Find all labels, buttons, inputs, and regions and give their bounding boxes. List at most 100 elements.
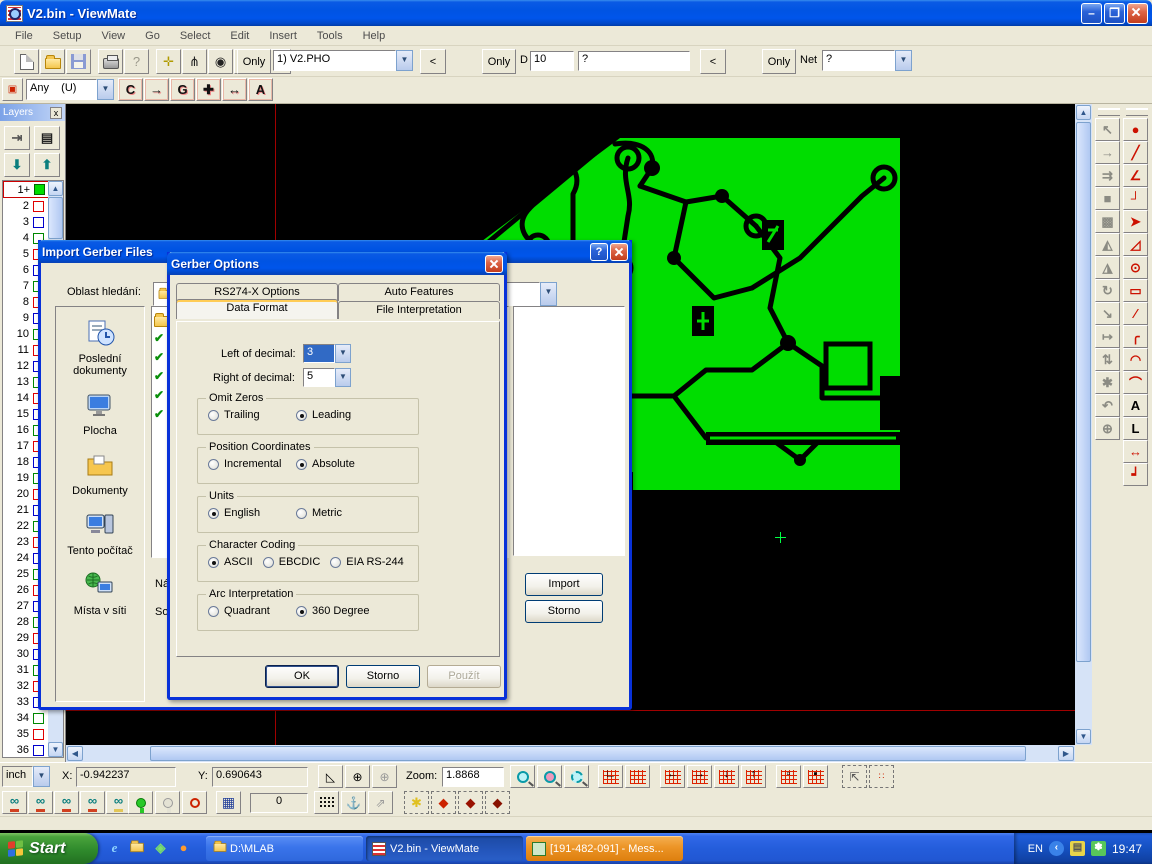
- highlight-off-button[interactable]: [155, 791, 180, 814]
- menu-view[interactable]: View: [92, 28, 134, 44]
- zoom-grid-button[interactable]: [537, 765, 562, 788]
- only-layer-button[interactable]: Only: [237, 49, 271, 74]
- unit-combo[interactable]: inch ▼: [2, 766, 50, 787]
- scroll-right-icon[interactable]: ▶: [1058, 746, 1074, 761]
- toolbar-button-circle-aperture[interactable]: C: [118, 78, 143, 101]
- radio-ebcdic[interactable]: EBCDIC: [263, 556, 321, 568]
- highlight-on-button[interactable]: [128, 791, 153, 814]
- tool-fill-square[interactable]: ■: [1095, 187, 1120, 210]
- layer-combo[interactable]: 1) V2.PHO ▼: [273, 50, 413, 71]
- radio-button[interactable]: [208, 606, 219, 617]
- radio-button[interactable]: [296, 459, 307, 470]
- button-grid-origin[interactable]: ∟: [598, 765, 623, 788]
- tool-slash-tool[interactable]: ∕: [1123, 302, 1148, 325]
- aperture-table-button[interactable]: ▦: [216, 791, 241, 814]
- chevron-down-icon[interactable]: ▼: [335, 368, 351, 387]
- language-indicator[interactable]: EN: [1028, 843, 1043, 855]
- toolbar-button-text-a[interactable]: A: [248, 78, 273, 101]
- radio-button[interactable]: [208, 557, 219, 568]
- tool-polyline-tool[interactable]: ∠: [1123, 164, 1148, 187]
- relative-origin-button[interactable]: ⊕: [372, 765, 397, 788]
- radio-button[interactable]: [208, 508, 219, 519]
- tool-settings-gear[interactable]: ✱: [1095, 371, 1120, 394]
- dialog-close-button[interactable]: [610, 243, 628, 261]
- right-of-decimal-combo[interactable]: 5 ▼: [303, 368, 351, 387]
- prev-layer-button[interactable]: <: [420, 49, 446, 74]
- radio-button[interactable]: [208, 410, 219, 421]
- radio-eia-rs-244[interactable]: EIA RS-244: [330, 556, 403, 568]
- radio-360-degree[interactable]: 360 Degree: [296, 605, 384, 617]
- radio-trailing[interactable]: Trailing: [208, 409, 296, 421]
- tool-rotate[interactable]: ↻: [1095, 279, 1120, 302]
- button-pan-left[interactable]: ←: [660, 765, 685, 788]
- open-file-button[interactable]: [40, 49, 65, 74]
- snap-grid-button[interactable]: [314, 791, 339, 814]
- probe-button[interactable]: [182, 791, 207, 814]
- radio-english[interactable]: English: [208, 507, 296, 519]
- place-poslední-dokumenty[interactable]: Poslední dokumenty: [56, 319, 144, 377]
- tool-move[interactable]: →: [1095, 141, 1120, 164]
- radio-button[interactable]: [296, 606, 307, 617]
- chevron-down-icon[interactable]: ▼: [540, 282, 557, 306]
- layer-insert-button[interactable]: ⇥: [4, 126, 30, 150]
- zoom-value-input[interactable]: 1.8868: [442, 767, 504, 787]
- menu-setup[interactable]: Setup: [44, 28, 91, 44]
- new-file-button[interactable]: [14, 49, 39, 74]
- menu-help[interactable]: Help: [354, 28, 395, 44]
- tool-rect-tool[interactable]: ▭: [1123, 279, 1148, 302]
- chevron-down-icon[interactable]: ▼: [33, 766, 50, 787]
- place-dokumenty[interactable]: Dokumenty: [56, 451, 144, 497]
- prev-dcode-button[interactable]: <: [700, 49, 726, 74]
- angle-measure-button[interactable]: ◺: [318, 765, 343, 788]
- layers-panel-titlebar[interactable]: Layers x: [0, 104, 65, 121]
- scroll-down-icon[interactable]: ▼: [48, 742, 63, 757]
- tab-data-format[interactable]: Data Format: [176, 299, 338, 319]
- hide-icons-chevron[interactable]: ‹: [1049, 841, 1064, 856]
- place-plocha[interactable]: Plocha: [56, 391, 144, 437]
- apply-button[interactable]: Použít: [427, 665, 501, 688]
- print-button[interactable]: [98, 49, 123, 74]
- menu-select[interactable]: Select: [171, 28, 220, 44]
- green-tray-icon[interactable]: ✽: [1091, 841, 1106, 856]
- menu-file[interactable]: File: [6, 28, 42, 44]
- menu-insert[interactable]: Insert: [260, 28, 306, 44]
- view-mode-4-button[interactable]: ∞: [80, 791, 105, 814]
- layer-swatch[interactable]: [33, 745, 44, 756]
- menu-tools[interactable]: Tools: [308, 28, 352, 44]
- button-grid[interactable]: [625, 765, 650, 788]
- scrollbar-thumb[interactable]: [150, 746, 1026, 761]
- options-dialog-titlebar[interactable]: Gerber Options: [167, 252, 507, 275]
- firefox-icon[interactable]: ●: [175, 840, 192, 857]
- radio-button[interactable]: [263, 557, 274, 568]
- scroll-up-icon[interactable]: ▲: [48, 181, 63, 196]
- aperture-filter-button[interactable]: ▣: [2, 78, 23, 101]
- layer-swatch[interactable]: [33, 217, 44, 228]
- radio-absolute[interactable]: Absolute: [296, 458, 384, 470]
- tool-line-tool[interactable]: ╱: [1123, 141, 1148, 164]
- scrollbar-thumb[interactable]: [1076, 122, 1091, 662]
- set-origin-button[interactable]: ⊕: [345, 765, 370, 788]
- button-grid-clip[interactable]: ▪: [803, 765, 828, 788]
- layer-swatch[interactable]: [33, 729, 44, 740]
- tool-transform[interactable]: ⊕: [1095, 417, 1120, 440]
- layer-down-button[interactable]: ⬇: [4, 153, 30, 177]
- task--191-482-091-mess-[interactable]: [191-482-091] - Mess...: [526, 836, 683, 861]
- ok-button[interactable]: OK: [265, 665, 339, 688]
- radio-button[interactable]: [296, 410, 307, 421]
- layer-up-button[interactable]: ⬆: [34, 153, 60, 177]
- chevron-down-icon[interactable]: ▼: [396, 50, 413, 71]
- tool-mirror-left[interactable]: ◭: [1095, 233, 1120, 256]
- radio-quadrant[interactable]: Quadrant: [208, 605, 296, 617]
- layer-swatch[interactable]: [33, 713, 44, 724]
- place-tento-počítač[interactable]: Tento počítač: [56, 511, 144, 557]
- browser-icon[interactable]: e: [106, 840, 123, 857]
- tool-spike-tool[interactable]: ➤: [1123, 210, 1148, 233]
- vector-snap-button[interactable]: ⇗: [368, 791, 393, 814]
- tool-arc-corner-tool[interactable]: ╭: [1123, 325, 1148, 348]
- button-pan-down[interactable]: ↓: [714, 765, 739, 788]
- tool-text-tool[interactable]: A: [1123, 394, 1148, 417]
- toolbar-button-gerber-g[interactable]: G: [170, 78, 195, 101]
- tool-mirror-right[interactable]: ◮: [1095, 256, 1120, 279]
- chevron-down-icon[interactable]: ▼: [97, 79, 114, 100]
- menu-edit[interactable]: Edit: [221, 28, 258, 44]
